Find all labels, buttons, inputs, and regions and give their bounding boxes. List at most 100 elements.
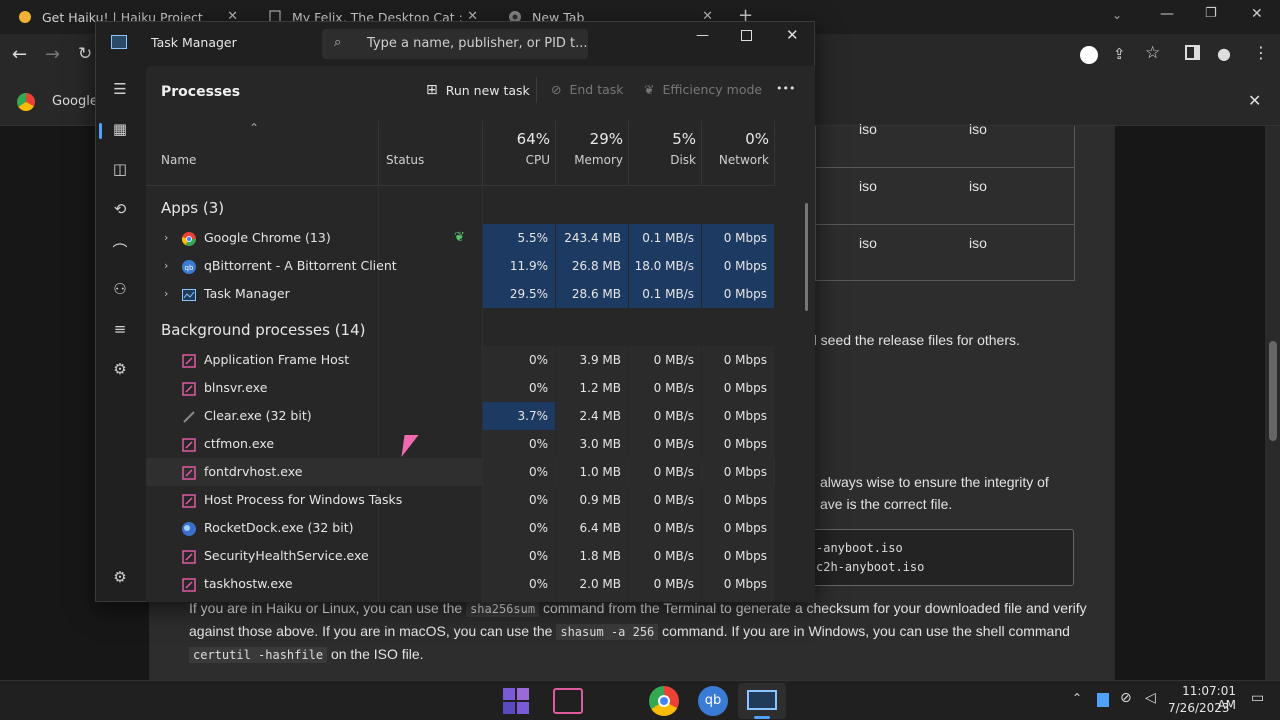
- memory-value: 28.3 MB: [556, 598, 628, 602]
- qbittorrent-taskbar-icon[interactable]: qb: [698, 686, 728, 716]
- cpu-value: 0%: [483, 542, 555, 570]
- file-explorer-icon[interactable]: [553, 688, 583, 714]
- process-row[interactable]: blnsvr.exe 0% 1.2 MB 0 MB/s 0 Mbps: [146, 374, 775, 402]
- process-name: ctfmon.exe: [204, 436, 275, 451]
- process-row[interactable]: RocketDock.exe (32 bit) 0% 6.4 MB 0 MB/s 0 M…: [146, 514, 775, 542]
- column-status[interactable]: Status: [386, 153, 424, 167]
- maximize-icon[interactable]: [741, 30, 752, 41]
- performance-icon[interactable]: ◫: [110, 160, 130, 180]
- settings-icon[interactable]: ⚙: [110, 568, 130, 588]
- page-title: Processes: [161, 84, 241, 100]
- share-icon[interactable]: ⇪: [1113, 45, 1126, 63]
- back-icon[interactable]: ←: [12, 44, 27, 65]
- reload-icon[interactable]: ↻: [78, 44, 92, 64]
- close-window-icon[interactable]: ✕: [1251, 6, 1263, 22]
- table-cell: iso: [859, 178, 877, 194]
- tray-app-icon[interactable]: [1097, 693, 1109, 707]
- tray-chevron-icon[interactable]: ⌃: [1072, 691, 1082, 705]
- profile-icon[interactable]: ●: [1217, 44, 1231, 63]
- run-task-icon: ⊞: [426, 82, 438, 98]
- star-icon[interactable]: ☆: [1145, 43, 1160, 63]
- column-memory[interactable]: Memory: [555, 153, 623, 167]
- cpu-value: 0%: [483, 486, 555, 514]
- expand-chevron-icon[interactable]: ›: [164, 224, 168, 252]
- process-row[interactable]: SecurityHealthService.exe 0% 1.8 MB 0 MB/s 0…: [146, 542, 775, 570]
- network-icon[interactable]: ⊘: [1120, 690, 1132, 706]
- group-apps[interactable]: Apps (3): [161, 199, 224, 217]
- cpu-value: 29.5%: [483, 280, 555, 308]
- column-name[interactable]: Name: [161, 153, 196, 167]
- network-value: 0 Mbps: [702, 252, 774, 280]
- process-row[interactable]: Host Process for Windows Tasks 0% 0.9 MB 0 …: [146, 486, 775, 514]
- memory-value: 1.2 MB: [556, 374, 628, 402]
- column-disk[interactable]: Disk: [628, 153, 696, 167]
- process-name: Host Process for Windows Tasks: [204, 492, 403, 507]
- tab-search-icon[interactable]: ⌄: [1112, 8, 1122, 22]
- process-row[interactable]: Application Frame Host 0% 3.9 MB 0 MB/s 0 Mb…: [146, 346, 775, 374]
- processes-icon[interactable]: ▦: [110, 120, 130, 140]
- group-background[interactable]: Background processes (14): [161, 321, 366, 339]
- paragraph-fragment: always wise to ensure the integrity of: [820, 474, 1049, 490]
- process-name: fontdrvhost.exe: [204, 464, 303, 479]
- process-row[interactable]: TiWorker.exe 0%28.3 MB0 MB/s0 Mbps: [146, 598, 775, 602]
- start-icon[interactable]: [503, 688, 529, 714]
- network-value: 0 Mbps: [702, 486, 774, 514]
- list-scrollbar[interactable]: [805, 203, 808, 311]
- leaf-icon: ❦: [644, 82, 655, 97]
- close-bar-icon[interactable]: ✕: [1248, 91, 1261, 110]
- side-panel-icon[interactable]: [1185, 45, 1200, 60]
- process-row[interactable]: Clear.exe (32 bit) 3.7% 2.4 MB 0 MB/s 0 Mbps: [146, 402, 775, 430]
- chrome-taskbar-icon[interactable]: [649, 686, 679, 716]
- end-task-button[interactable]: ⊘ End task: [551, 82, 624, 97]
- expand-chevron-icon[interactable]: ›: [164, 280, 168, 308]
- brush-icon: [182, 409, 196, 423]
- process-row[interactable]: taskhostw.exe 0% 2.0 MB 0 MB/s 0 Mbps: [146, 570, 775, 598]
- network-value: 0 Mbps: [702, 514, 774, 542]
- minimize-icon[interactable]: —: [1160, 6, 1174, 22]
- memory-value: 1.8 MB: [556, 542, 628, 570]
- minimize-icon[interactable]: —: [696, 28, 709, 43]
- disk-value: 0 MB/s: [629, 570, 701, 598]
- restore-icon[interactable]: ❐: [1205, 6, 1217, 21]
- sort-up-icon[interactable]: ⌃: [249, 121, 259, 135]
- cpu-value: 0%: [483, 374, 555, 402]
- column-cpu[interactable]: CPU: [482, 153, 550, 167]
- memory-value: 2.4 MB: [556, 402, 628, 430]
- startup-apps-icon[interactable]: ⌒: [110, 240, 130, 260]
- notifications-icon[interactable]: ▭: [1251, 690, 1264, 706]
- process-row[interactable]: › Google Chrome (13) 5.5% 243.4 MB 0.1 MB/s 0…: [146, 224, 775, 252]
- network-value: 0 Mbps: [702, 458, 774, 486]
- disk-value: 0 MB/s: [629, 514, 701, 542]
- volume-icon[interactable]: ◁: [1145, 690, 1156, 706]
- menu-icon[interactable]: ⋮: [1253, 43, 1269, 62]
- scrollbar-thumb[interactable]: [1269, 341, 1277, 441]
- run-new-task-button[interactable]: ⊞ Run new task: [426, 82, 530, 98]
- process-row[interactable]: fontdrvhost.exe 0% 1.0 MB 0 MB/s 0 Mbps: [146, 458, 775, 486]
- search-input[interactable]: ⌕ Type a name, publisher, or PID t...: [322, 29, 588, 59]
- process-row[interactable]: ctfmon.exe 0% 3.0 MB 0 MB/s 0 Mbps: [146, 430, 775, 458]
- disk-value: 0.1 MB/s: [629, 280, 701, 308]
- close-icon[interactable]: ✕: [786, 26, 799, 44]
- google-lens-icon[interactable]: [1080, 46, 1098, 64]
- process-row[interactable]: › Task Manager 29.5% 28.6 MB 0.1 MB/s 0 Mbps: [146, 280, 775, 308]
- app-icon: [182, 549, 196, 564]
- bookmark-google[interactable]: Google: [52, 94, 98, 109]
- details-icon[interactable]: ≡: [110, 320, 130, 340]
- expand-chevron-icon[interactable]: ›: [164, 252, 168, 280]
- clock-date[interactable]: 7/26/2023: [1168, 701, 1230, 715]
- more-options-button[interactable]: •••: [776, 82, 795, 95]
- column-network[interactable]: Network: [701, 153, 769, 167]
- forward-icon[interactable]: →: [45, 44, 60, 65]
- google-icon: [17, 93, 35, 111]
- efficiency-mode-button[interactable]: ❦ Efficiency mode: [644, 82, 762, 97]
- process-row[interactable]: › qb qBittorrent - A Bittorrent Client 11.9…: [146, 252, 775, 280]
- network-value: 0 Mbps: [702, 402, 774, 430]
- hamburger-icon[interactable]: ☰: [110, 80, 130, 100]
- app-history-icon[interactable]: ⟲: [110, 200, 130, 220]
- network-value: 0 Mbps: [702, 346, 774, 374]
- page-scrollbar[interactable]: [1265, 126, 1280, 680]
- services-icon[interactable]: ⚙: [110, 360, 130, 380]
- taskmanager-taskbar-button[interactable]: [738, 683, 786, 719]
- users-icon[interactable]: ⚇: [110, 280, 130, 300]
- efficiency-leaf-icon: ❦: [454, 230, 465, 245]
